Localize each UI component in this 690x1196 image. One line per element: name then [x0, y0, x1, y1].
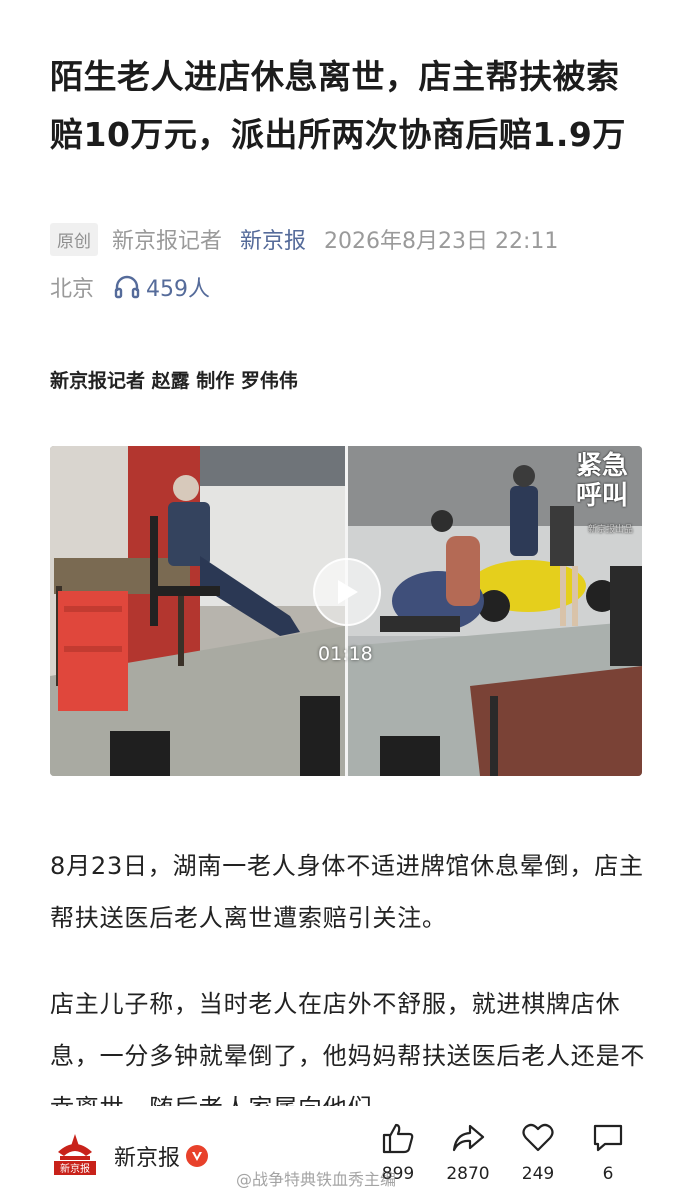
publisher-name: 新京报 — [114, 1146, 181, 1171]
watermark: @战争特典铁血秀主编 — [236, 1170, 397, 1189]
article-paragraph: 8月23日，湖南一老人身体不适进牌馆休息晕倒，店主帮扶送医后老人离世遭索赔引关注… — [50, 852, 644, 932]
original-badge: 原创 — [50, 222, 98, 256]
headphones-icon — [114, 275, 140, 299]
video-brand-subtext: 新京报出品 — [588, 525, 634, 535]
heart-icon — [522, 1123, 554, 1152]
video-brand-text: 紧急呼叫 — [576, 451, 629, 511]
location-label: 北京 — [50, 277, 95, 302]
publisher-logo[interactable]: 新京报 — [52, 1132, 98, 1176]
listen-button[interactable]: 459人 — [114, 271, 210, 303]
publisher-account[interactable]: 新京报 — [114, 1140, 209, 1172]
publisher-logo-text: 新京报 — [60, 1162, 90, 1175]
share-button[interactable]: 2870 — [438, 1122, 498, 1184]
video-duration: 01:18 — [318, 643, 373, 665]
article-paragraph: 店主儿子称，当时老人在店外不舒服，就进棋牌店休息，一分多钟就晕倒了，他妈妈帮扶送… — [50, 990, 646, 1106]
share-count: 2870 — [446, 1164, 490, 1184]
favorite-count: 249 — [521, 1164, 555, 1184]
article-meta: 原创 新京报记者 新京报 2026年8月23日 22:11 — [50, 222, 558, 256]
play-icon — [338, 580, 358, 604]
comment-button[interactable]: 6 — [578, 1122, 638, 1184]
article-meta-2: 北京 459人 — [50, 270, 210, 304]
share-arrow-icon — [452, 1124, 485, 1152]
source-link[interactable]: 新京报 — [240, 223, 306, 255]
author-label: 新京报记者 — [112, 229, 223, 254]
play-button[interactable] — [313, 558, 381, 626]
thumbs-up-icon — [382, 1123, 414, 1154]
comment-count: 6 — [602, 1164, 614, 1184]
comment-bubble-icon — [593, 1124, 623, 1152]
credits-line: 新京报记者 赵露 制作 罗伟伟 — [50, 370, 298, 392]
favorite-button[interactable]: 249 — [508, 1122, 568, 1184]
listener-count: 459人 — [146, 277, 211, 302]
verified-icon — [186, 1145, 209, 1167]
video-brand-logo: 紧急呼叫 新京报出品 — [576, 451, 642, 535]
publish-datetime: 2026年8月23日 22:11 — [324, 229, 559, 254]
article-title: 陌生老人进店休息离世，店主帮扶被索赔10万元，派出所两次协商后赔1.9万 — [50, 57, 626, 154]
